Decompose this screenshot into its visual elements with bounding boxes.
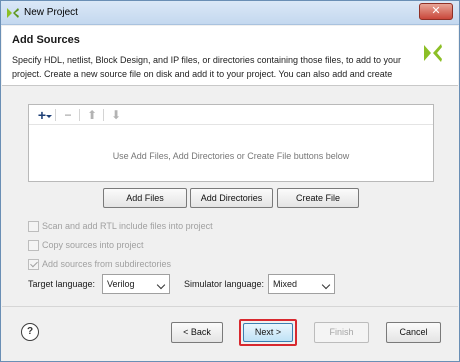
source-files-panel[interactable]: + − ⬆ ⬇ Use Add Files, Add Directories o… (28, 104, 434, 182)
help-button[interactable]: ? (21, 323, 39, 341)
create-file-button[interactable]: Create File (277, 188, 359, 208)
copy-sources-label: Copy sources into project (42, 240, 144, 250)
app-logo-icon (7, 8, 19, 18)
arrow-up-icon[interactable]: ⬆ (85, 108, 99, 122)
window-title: New Project (24, 7, 78, 18)
next-button[interactable]: Next > (243, 323, 293, 342)
add-directories-button[interactable]: Add Directories (190, 188, 273, 208)
arrow-down-icon[interactable]: ⬇ (109, 108, 123, 122)
finish-button: Finish (314, 322, 369, 343)
simulator-language-label: Simulator language: (184, 279, 265, 289)
page-title: Add Sources (12, 34, 80, 46)
title-bar[interactable]: New Project ✕ (1, 1, 459, 25)
close-button[interactable]: ✕ (419, 3, 453, 20)
add-files-button[interactable]: Add Files (103, 188, 187, 208)
file-toolbar: + − ⬆ ⬇ (29, 105, 433, 125)
chevron-down-icon (156, 280, 166, 290)
add-dropdown-caret-icon[interactable] (46, 115, 52, 118)
chevron-down-icon (321, 280, 331, 290)
empty-list-hint: Use Add Files, Add Directories or Create… (112, 151, 350, 161)
toolbar-divider (79, 109, 80, 121)
cancel-button[interactable]: Cancel (386, 322, 441, 343)
simulator-language-value: Mixed (273, 279, 298, 289)
close-icon: ✕ (431, 5, 441, 17)
wizard-header: Add Sources Specify HDL, netlist, Block … (2, 26, 458, 86)
target-language-label: Target language: (28, 279, 96, 289)
scan-rtl-include-checkbox[interactable] (28, 221, 39, 232)
toolbar-divider (55, 109, 56, 121)
vivado-logo-icon (424, 44, 442, 62)
copy-sources-checkbox[interactable] (28, 240, 39, 251)
footer-divider (2, 306, 458, 307)
minus-icon[interactable]: − (61, 108, 75, 122)
next-button-highlight[interactable]: Next > (239, 319, 297, 346)
add-subdirectories-checkbox[interactable] (28, 259, 39, 270)
toolbar-divider (103, 109, 104, 121)
simulator-language-select[interactable]: Mixed (268, 274, 335, 294)
add-subdirectories-label: Add sources from subdirectories (42, 259, 172, 269)
scan-rtl-include-label: Scan and add RTL include files into proj… (42, 221, 213, 231)
target-language-select[interactable]: Verilog (102, 274, 170, 294)
target-language-value: Verilog (107, 279, 135, 289)
page-description: Specify HDL, netlist, Block Design, and … (12, 55, 402, 79)
new-project-dialog: New Project ✕ Add Sources Specify HDL, n… (0, 0, 460, 362)
back-button[interactable]: < Back (171, 322, 223, 343)
